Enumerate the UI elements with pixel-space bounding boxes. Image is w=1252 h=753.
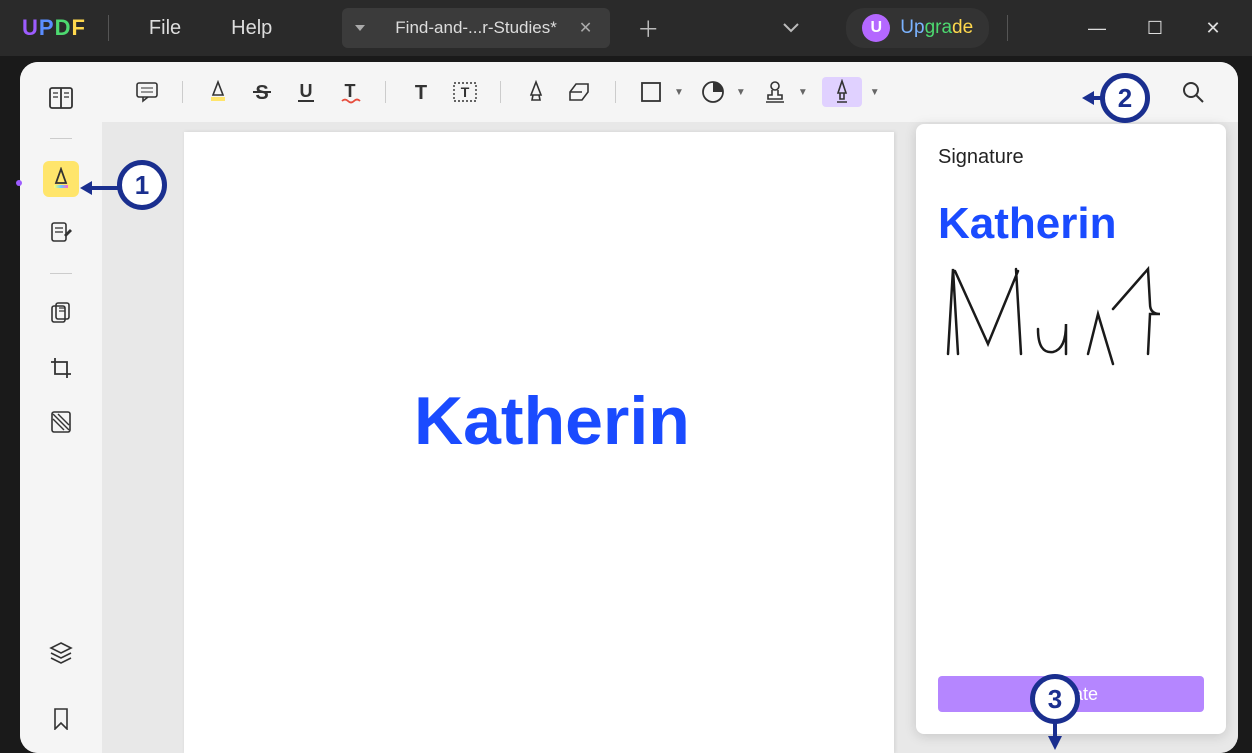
underline-tool[interactable]: U <box>291 77 321 107</box>
app-logo: UPDF <box>0 15 108 41</box>
close-button[interactable]: ✕ <box>1204 18 1222 39</box>
edit-mode-button[interactable] <box>43 215 79 251</box>
tab-dropdown[interactable] <box>342 8 377 48</box>
squiggly-tool[interactable]: T <box>335 77 365 107</box>
search-button[interactable] <box>1178 77 1208 107</box>
app-body: S U T T T <box>20 62 1238 753</box>
document-page[interactable]: Katherin <box>184 132 894 753</box>
text-tool[interactable]: T <box>406 77 436 107</box>
divider <box>50 273 72 274</box>
pencil-tool[interactable] <box>521 77 551 107</box>
main-column: S U T T T <box>102 62 1238 753</box>
minimize-button[interactable]: — <box>1088 18 1106 39</box>
document-tab[interactable]: Find-and-...r-Studies* ✕ <box>377 8 610 48</box>
svg-text:U: U <box>300 81 313 101</box>
svg-text:T: T <box>461 84 470 100</box>
main-menu: File Help <box>109 17 312 40</box>
tab-bar: Find-and-...r-Studies* ✕ ＋ <box>342 8 666 48</box>
menu-file[interactable]: File <box>149 17 181 40</box>
chevron-down-icon[interactable]: ▼ <box>870 87 880 98</box>
annotation-arrow-3 <box>1045 720 1065 750</box>
comment-mode-button[interactable] <box>43 161 79 197</box>
signature-panel: Signature Katherin Create <box>916 124 1226 734</box>
signature-handwritten[interactable] <box>938 259 1204 369</box>
annotation-arrow-1 <box>80 178 122 198</box>
close-tab-icon[interactable]: ✕ <box>579 18 592 38</box>
window-controls: — ☐ ✕ <box>1088 18 1252 39</box>
titlebar: UPDF File Help Find-and-...r-Studies* ✕ … <box>0 0 1252 56</box>
reader-mode-button[interactable] <box>43 80 79 116</box>
separator <box>385 81 386 103</box>
chevron-down-icon[interactable]: ▼ <box>674 87 684 98</box>
annotation-circle-1: 1 <box>117 160 167 210</box>
new-tab-button[interactable]: ＋ <box>630 10 666 46</box>
annotation-circle-3: 3 <box>1030 674 1080 724</box>
stamp-tool[interactable] <box>760 77 790 107</box>
upgrade-label: Upgrade <box>900 17 973 39</box>
eraser-tool[interactable] <box>565 77 595 107</box>
sticker-tool[interactable] <box>698 77 728 107</box>
svg-text:T: T <box>345 81 356 101</box>
divider <box>50 138 72 139</box>
shape-tool[interactable] <box>636 77 666 107</box>
chevron-down-icon[interactable]: ▼ <box>798 87 808 98</box>
document-viewport[interactable]: Katherin Signature Katherin Create <box>102 122 1238 753</box>
left-sidebar <box>20 62 102 753</box>
textbox-tool[interactable]: T <box>450 77 480 107</box>
annotation-circle-2: 2 <box>1100 73 1150 123</box>
indicator-dot <box>16 180 22 186</box>
divider <box>1007 15 1008 41</box>
separator <box>615 81 616 103</box>
note-tool[interactable] <box>132 77 162 107</box>
separator <box>182 81 183 103</box>
maximize-button[interactable]: ☐ <box>1146 18 1164 39</box>
tab-overflow[interactable] <box>756 23 826 33</box>
tab-title: Find-and-...r-Studies* <box>395 18 557 38</box>
upgrade-button[interactable]: U Upgrade <box>846 8 989 48</box>
signature-tool[interactable] <box>822 77 862 107</box>
chevron-down-icon[interactable]: ▼ <box>736 87 746 98</box>
svg-text:T: T <box>415 82 427 102</box>
bookmark-button[interactable] <box>43 701 79 737</box>
user-avatar: U <box>862 14 890 42</box>
annotation-toolbar: S U T T T <box>102 62 1238 122</box>
layers-button[interactable] <box>43 635 79 671</box>
redact-button[interactable] <box>43 404 79 440</box>
crop-button[interactable] <box>43 350 79 386</box>
highlight-tool[interactable] <box>203 77 233 107</box>
signature-typed[interactable]: Katherin <box>938 199 1204 249</box>
separator <box>500 81 501 103</box>
organize-pages-button[interactable] <box>43 296 79 332</box>
signature-panel-title: Signature <box>938 146 1204 169</box>
sidebar-bottom <box>20 635 102 737</box>
menu-help[interactable]: Help <box>231 17 272 40</box>
strikethrough-tool[interactable]: S <box>247 77 277 107</box>
signature-preview-text: Katherin <box>414 382 690 460</box>
